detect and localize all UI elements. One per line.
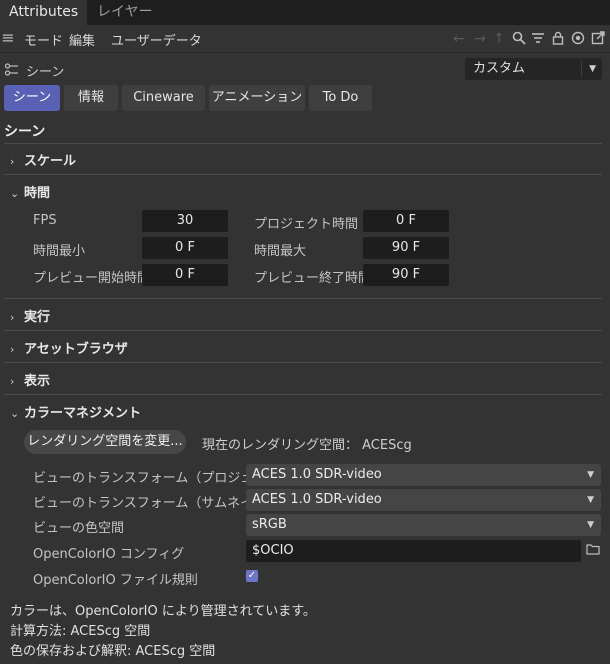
hamburger-icon[interactable]: ≡ <box>0 30 16 46</box>
divider <box>4 298 602 299</box>
section-execute-label: 実行 <box>24 310 51 325</box>
view-transform-project-dropdown[interactable]: ACES 1.0 SDR-video ▼ <box>246 464 601 486</box>
min-time-field[interactable]: 0 F <box>142 237 228 259</box>
scene-label: シーン <box>26 65 65 80</box>
view-color-space-dropdown[interactable]: sRGB ▼ <box>246 514 601 536</box>
section-time-label: 時間 <box>24 186 51 201</box>
project-time-field[interactable]: 0 F <box>363 210 449 232</box>
section-scale-label: スケール <box>24 154 77 169</box>
section-scale[interactable]: › スケール <box>10 150 76 169</box>
preview-end-field[interactable]: 90 F <box>363 264 449 286</box>
section-display[interactable]: › 表示 <box>10 370 50 389</box>
chevron-right-icon: › <box>10 311 15 324</box>
ocio-file-rules-label: OpenColorIO ファイル規則 <box>33 573 198 588</box>
preset-value: カスタム <box>473 61 526 76</box>
preview-start-field[interactable]: 0 F <box>142 264 228 286</box>
window-tab-bar: Attributes レイヤー <box>0 0 610 25</box>
section-asset-browser-label: アセットブラウザ <box>24 342 128 357</box>
view-transform-thumbnail-dropdown[interactable]: ACES 1.0 SDR-video ▼ <box>246 489 601 511</box>
section-color-management-label: カラーマネジメント <box>24 406 142 421</box>
tab-scene[interactable]: シーン <box>4 85 60 111</box>
chevron-down-icon: ▼ <box>589 64 596 74</box>
view-transform-thumbnail-value: ACES 1.0 SDR-video <box>252 492 382 507</box>
tab-todo[interactable]: To Do <box>309 85 372 111</box>
max-time-label: 時間最大 <box>254 244 307 259</box>
note-computation-space: 計算方法: ACEScg 空間 <box>10 624 151 639</box>
chevron-down-icon: ⌄ <box>10 187 20 200</box>
min-time-label: 時間最小 <box>33 244 86 259</box>
view-color-space-value: sRGB <box>252 517 287 532</box>
divider <box>4 394 602 395</box>
arrow-up-icon[interactable]: ↑ <box>491 31 507 47</box>
new-window-icon[interactable] <box>590 31 606 47</box>
folder-icon[interactable] <box>586 543 600 557</box>
current-render-space: 現在のレンダリング空間： ACEScg <box>202 438 412 453</box>
chevron-down-icon: ⌄ <box>10 407 20 420</box>
preset-separator <box>581 61 582 77</box>
preview-start-label: プレビュー開始時間 <box>33 271 151 286</box>
section-display-label: 表示 <box>24 374 51 389</box>
fps-field[interactable]: 30 <box>142 210 228 232</box>
scene-header: シーン カスタム ▼ <box>0 55 610 83</box>
chevron-right-icon: › <box>10 155 15 168</box>
tab-cineware[interactable]: Cineware <box>122 85 205 111</box>
section-asset-browser[interactable]: › アセットブラウザ <box>10 338 128 357</box>
note-storage-space: 色の保存および解釈: ACEScg 空間 <box>10 644 216 659</box>
note-managed-by-ocio: カラーは、OpenColorIO により管理されています。 <box>10 604 316 619</box>
tab-layers[interactable]: レイヤー <box>88 0 162 25</box>
divider <box>4 143 602 144</box>
tab-attributes[interactable]: Attributes <box>0 0 88 25</box>
menu-edit[interactable]: 編集 <box>69 30 95 49</box>
section-time[interactable]: ⌄ 時間 <box>10 182 50 201</box>
ocio-config-field[interactable]: $OCIO <box>246 540 581 562</box>
max-time-field[interactable]: 90 F <box>363 237 449 259</box>
scene-settings-icon <box>4 62 20 78</box>
chevron-down-icon: ▼ <box>587 495 594 505</box>
project-time-label: プロジェクト時間 <box>254 217 359 232</box>
ocio-config-label: OpenColorIO コンフィグ <box>33 547 185 562</box>
section-color-management[interactable]: ⌄ カラーマネジメント <box>10 402 141 421</box>
divider <box>4 330 602 331</box>
search-icon[interactable] <box>511 31 527 47</box>
chevron-right-icon: › <box>10 375 15 388</box>
section-execute[interactable]: › 実行 <box>10 306 50 325</box>
arrow-right-icon[interactable]: → <box>472 31 488 47</box>
preview-end-label: プレビュー終了時間 <box>254 271 372 286</box>
ocio-file-rules-checkbox[interactable]: ✓ <box>246 570 258 582</box>
chevron-down-icon: ▼ <box>587 470 594 480</box>
chevron-right-icon: › <box>10 343 15 356</box>
fps-label: FPS <box>33 213 57 228</box>
tab-animation[interactable]: アニメーション <box>209 85 305 111</box>
view-transform-thumbnail-label: ビューのトランスフォーム（サムネイル） <box>33 496 280 511</box>
menu-mode[interactable]: モード <box>24 30 63 49</box>
target-icon[interactable] <box>570 31 586 47</box>
preset-dropdown[interactable]: カスタム ▼ <box>465 58 602 80</box>
lock-icon[interactable] <box>550 31 566 47</box>
arrow-left-icon[interactable]: ← <box>451 31 467 47</box>
menu-user-data[interactable]: ユーザーデータ <box>111 30 202 49</box>
chevron-down-icon: ▼ <box>587 520 594 530</box>
view-color-space-label: ビューの色空間 <box>33 521 125 536</box>
page-title: シーン <box>4 124 46 140</box>
filter-icon[interactable] <box>530 31 546 47</box>
view-transform-project-value: ACES 1.0 SDR-video <box>252 467 382 482</box>
divider <box>4 362 602 363</box>
tab-info[interactable]: 情報 <box>64 85 118 111</box>
change-render-space-button[interactable]: レンダリング空間を変更... <box>24 430 186 454</box>
divider <box>4 174 602 175</box>
menu-bar: ≡ モード 編集 ユーザーデータ ← → ↑ <box>0 25 610 53</box>
